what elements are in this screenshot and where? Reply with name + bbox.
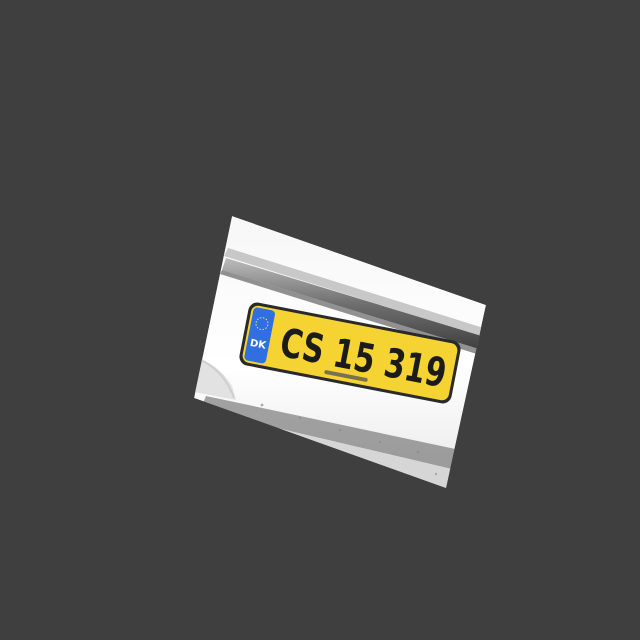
photo-canvas: DK CS 15 319	[194, 216, 486, 488]
